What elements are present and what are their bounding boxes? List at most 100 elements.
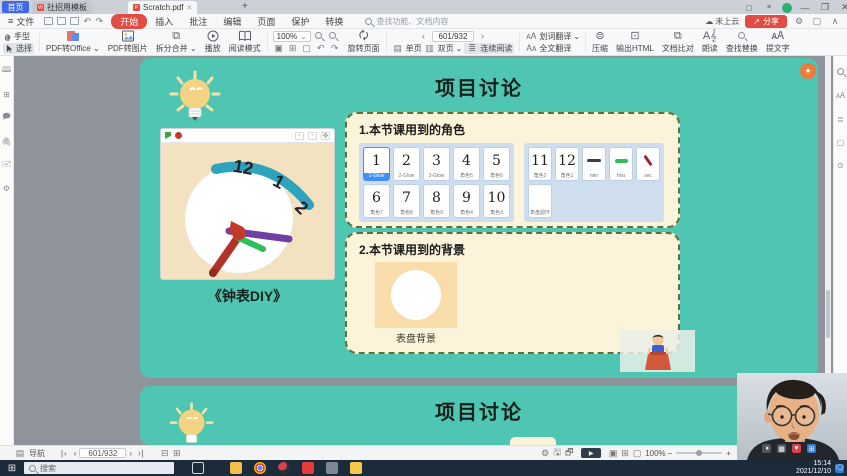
sprite-thumb[interactable]: 6角色7 xyxy=(363,184,390,218)
sprite-thumb-second-hand[interactable]: sec xyxy=(636,147,660,181)
navigation-toggle[interactable]: ▤ 导航 xyxy=(14,448,45,459)
sprite-thumb[interactable]: 11角色2 xyxy=(528,147,552,181)
sprite-thumb[interactable]: 9角色4 xyxy=(453,184,480,218)
file-explorer-icon[interactable] xyxy=(230,462,242,474)
select-tool-button[interactable]: 选择 xyxy=(3,43,34,54)
menu-start[interactable]: 开始 xyxy=(111,14,147,29)
maximize-button[interactable]: ❐ xyxy=(818,2,832,13)
sprite-thumb[interactable]: 5角色6 xyxy=(483,147,510,181)
word-translate-button[interactable]: 🗚划词翻译⌄ xyxy=(525,31,580,42)
browser-icon[interactable] xyxy=(278,462,290,474)
rotate-right-icon[interactable]: ↷ xyxy=(329,43,341,54)
attachment-icon[interactable]: 🖇 xyxy=(1,137,11,146)
export-html-button[interactable]: ⊡输出HTML xyxy=(612,29,658,55)
actual-size-icon[interactable]: ▢ xyxy=(301,43,313,54)
collapse-ribbon-icon[interactable]: ∧ xyxy=(829,16,841,27)
stop-icon[interactable] xyxy=(175,132,182,139)
sprite-thumb[interactable]: 33-Glow xyxy=(423,147,450,181)
save-status-icon[interactable]: 🖫 xyxy=(551,445,563,461)
user-avatar[interactable] xyxy=(782,3,792,13)
save-icon[interactable] xyxy=(57,17,66,25)
rotate-page-button[interactable]: 🗘 旋转页面 xyxy=(344,29,384,55)
sprite-thumb[interactable]: 11-Glow xyxy=(363,147,390,181)
zoom-in-plus-icon[interactable]: + xyxy=(726,449,731,458)
microphone-icon[interactable]: 🕨 xyxy=(762,444,771,453)
rotate-left-icon[interactable]: ↶ xyxy=(315,43,327,54)
menu-list-icon[interactable]: ≡ xyxy=(762,4,776,11)
zoom-out-minus-icon[interactable]: − xyxy=(668,449,673,458)
taskbar-clock[interactable]: 15:14 2021/12/10 xyxy=(796,460,831,476)
notification-center-icon[interactable]: 🗨 xyxy=(835,464,844,473)
zoom-out-icon[interactable] xyxy=(313,31,325,41)
stage-small-icon[interactable]: ▫ xyxy=(295,132,304,140)
scrollbar-thumb[interactable] xyxy=(826,290,830,338)
edit-status-icon[interactable]: ⚙ xyxy=(539,448,551,459)
settings-icon[interactable]: ⚙ xyxy=(793,16,805,27)
doc-compare-button[interactable]: ⧉文档比对 xyxy=(658,29,698,55)
statusbar-page-indicator[interactable]: 601/932 xyxy=(79,448,126,458)
comments-icon[interactable]: 🗩 xyxy=(2,111,11,125)
read-aloud-button[interactable]: A𝄞朗读 xyxy=(698,29,722,55)
translate-rail-icon[interactable]: 🗚 xyxy=(836,91,845,101)
command-search-input[interactable]: 查找功能、文档内容 xyxy=(365,16,448,27)
panel-icon[interactable]: ▢ xyxy=(811,16,823,27)
close-button[interactable]: ✕ xyxy=(838,2,847,13)
open-icon[interactable] xyxy=(44,17,53,25)
hand-tool-button[interactable]: 手型 xyxy=(3,31,34,42)
sprite-thumb[interactable]: 22-Glow xyxy=(393,147,420,181)
actual-size-status-icon[interactable]: ▢ xyxy=(631,448,643,459)
menu-page[interactable]: 页面 xyxy=(249,15,283,28)
prev-page-icon[interactable]: ‹ xyxy=(74,449,77,458)
stage-large-icon[interactable]: ▫ xyxy=(308,132,317,140)
help-icon[interactable]: ⊙ xyxy=(837,161,844,170)
sprite-thumb[interactable]: 4角色5 xyxy=(453,147,480,181)
extract-text-button[interactable]: 🗚提文字 xyxy=(762,29,794,55)
find-replace-button[interactable]: 查找替换 xyxy=(722,29,762,55)
cloud-status[interactable]: ☁未上云 xyxy=(705,16,739,27)
sprite-thumb-minute-hand[interactable]: min xyxy=(582,147,606,181)
redo-icon[interactable]: ↷ xyxy=(93,16,105,27)
bookmark-icon[interactable]: 🕮 xyxy=(2,64,11,78)
fit-page-icon[interactable]: ▣ xyxy=(273,43,285,54)
last-page-icon[interactable]: ›| xyxy=(138,449,145,458)
zoom-slider[interactable] xyxy=(676,452,722,454)
sprite-thumb-ring[interactable]: 表盘圆环 xyxy=(528,184,552,218)
green-flag-icon[interactable] xyxy=(165,132,171,139)
page-indicator[interactable]: 601/932 xyxy=(432,31,475,42)
sprite-thumb[interactable]: 7角色8 xyxy=(393,184,420,218)
menu-edit[interactable]: 编辑 xyxy=(215,15,249,28)
sprite-thumb[interactable]: 10角色3 xyxy=(483,184,510,218)
tab-doc-template[interactable]: W 社招用模板 xyxy=(32,1,92,14)
menu-protect[interactable]: 保护 xyxy=(283,15,317,28)
fit-page-status-icon[interactable]: ▣ xyxy=(607,448,619,459)
screen-share-icon[interactable]: ▦ xyxy=(777,444,786,453)
fit-width-icon[interactable]: ⊞ xyxy=(287,43,299,54)
file-menu[interactable]: ≡文件 xyxy=(0,15,42,28)
next-page-icon[interactable]: › xyxy=(476,31,488,41)
undo-icon[interactable]: ↶ xyxy=(81,16,93,27)
full-translate-button[interactable]: 🗛全文翻译 xyxy=(525,43,580,54)
expand-panel-icon[interactable]: ⊞ xyxy=(171,448,183,459)
share-button[interactable]: ↗分享 xyxy=(745,15,787,28)
split-merge-button[interactable]: ⧉ 拆分合并 ⌄ xyxy=(152,29,201,55)
next-page-icon[interactable]: › xyxy=(129,449,132,458)
taskbar-search-input[interactable]: 搜索 xyxy=(24,462,174,474)
background-thumbnail[interactable] xyxy=(375,262,457,328)
camera-app-icon[interactable] xyxy=(326,462,338,474)
layout-icon[interactable]: ▢ xyxy=(742,4,756,12)
play-slideshow-button[interactable]: ▶ xyxy=(581,448,601,458)
pdf-to-image-button[interactable]: PDF转图片 xyxy=(104,29,152,55)
chrome-icon[interactable] xyxy=(254,462,266,474)
panel-rail-icon[interactable]: ▢ xyxy=(837,138,845,147)
new-tab-button[interactable]: + xyxy=(242,1,248,12)
compress-button[interactable]: ⊜压缩 xyxy=(588,29,612,55)
search-doc-icon[interactable] xyxy=(837,68,844,77)
menu-convert[interactable]: 转换 xyxy=(317,15,351,28)
play-button[interactable]: 播放 xyxy=(201,29,225,55)
double-page-button[interactable]: ▥双页⌄ xyxy=(424,43,463,54)
close-tab-icon[interactable]: ✕ xyxy=(186,4,192,12)
minimize-button[interactable]: — xyxy=(798,3,812,13)
fit-width-status-icon[interactable]: ⊞ xyxy=(619,448,631,459)
list-rail-icon[interactable]: ≣ xyxy=(837,115,844,124)
tab-scratch-pdf[interactable]: P Scratch.pdf ✕ xyxy=(128,1,197,14)
